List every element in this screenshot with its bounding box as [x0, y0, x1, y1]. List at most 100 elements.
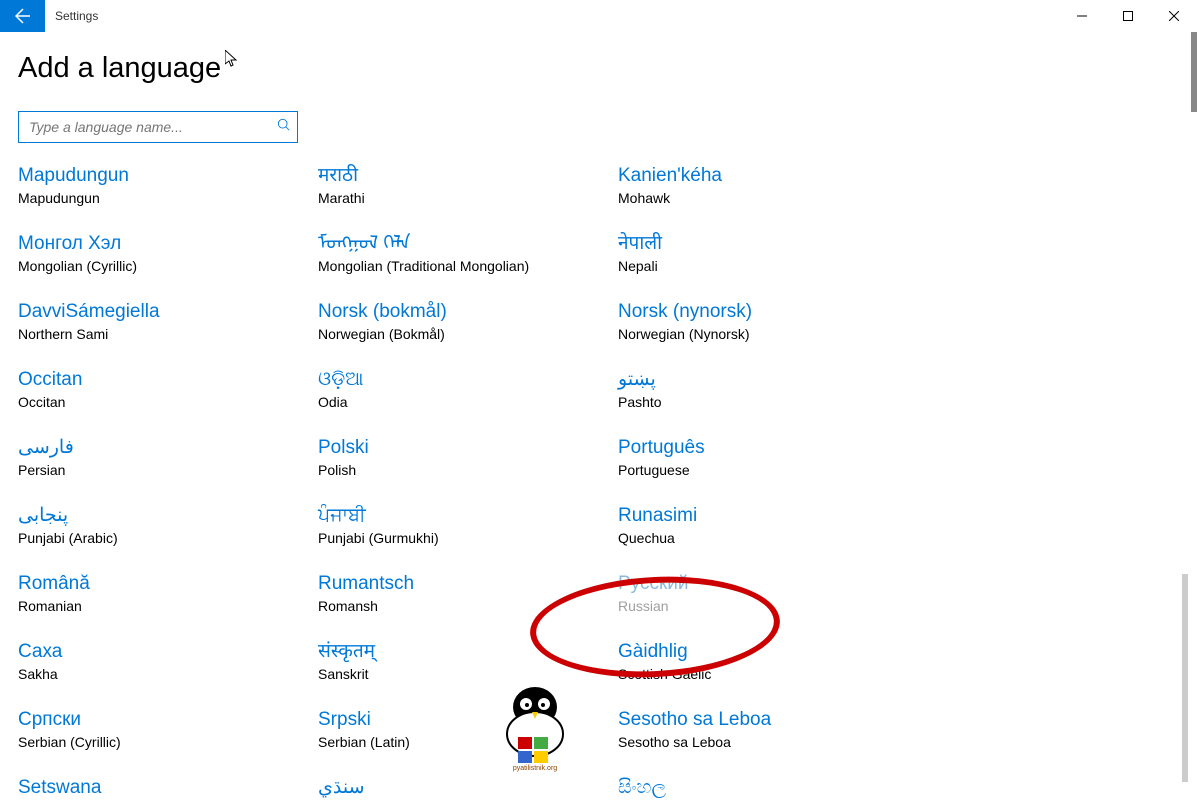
- language-english-name: Sanskrit: [318, 665, 618, 683]
- language-item[interactable]: मराठीMarathi: [318, 161, 618, 209]
- language-native-name: Монгол Хэл: [18, 231, 318, 257]
- titlebar: Settings: [0, 0, 1197, 32]
- language-item[interactable]: Norsk (bokmål)Norwegian (Bokmål): [318, 297, 618, 345]
- language-item[interactable]: SetswanaSetswana: [18, 773, 318, 800]
- language-native-name: Sesotho sa Leboa: [618, 707, 918, 733]
- language-item[interactable]: PortuguêsPortuguese: [618, 433, 918, 481]
- language-english-name: Northern Sami: [18, 325, 318, 343]
- language-item[interactable]: Sesotho sa LeboaSesotho sa Leboa: [618, 705, 918, 753]
- language-item[interactable]: नेपालीNepali: [618, 229, 918, 277]
- close-icon: [1169, 11, 1179, 21]
- language-native-name: Setswana: [18, 775, 318, 800]
- content-scrollbar[interactable]: [1181, 149, 1188, 785]
- language-item[interactable]: Монгол ХэлMongolian (Cyrillic): [18, 229, 318, 277]
- page-title: Add a language: [18, 52, 1179, 85]
- language-item[interactable]: Norsk (nynorsk)Norwegian (Nynorsk): [618, 297, 918, 345]
- maximize-button[interactable]: [1105, 0, 1151, 32]
- language-item[interactable]: Kanien'kéhaMohawk: [618, 161, 918, 209]
- language-english-name: Serbian (Cyrillic): [18, 733, 318, 751]
- language-item[interactable]: ᠮᠣᠩᠭᠣᠯ ᠬᠡᠯᠡMongolian (Traditional Mongol…: [318, 229, 618, 277]
- language-native-name: Norsk (nynorsk): [618, 299, 918, 325]
- language-grid: MapudungunMapudungunमराठीMarathiKanien'k…: [18, 161, 1179, 800]
- language-native-name: Runasimi: [618, 503, 918, 529]
- minimize-button[interactable]: [1059, 0, 1105, 32]
- language-item[interactable]: СахаSakha: [18, 637, 318, 685]
- search-input[interactable]: [29, 119, 277, 135]
- language-english-name: Nepali: [618, 257, 918, 275]
- language-english-name: Mapudungun: [18, 189, 318, 207]
- language-native-name: संस्कृतम्: [318, 639, 618, 665]
- language-item[interactable]: فارسىPersian: [18, 433, 318, 481]
- language-native-name: Português: [618, 435, 918, 461]
- language-english-name: Punjabi (Arabic): [18, 529, 318, 547]
- language-item[interactable]: ଓଡ଼ିଆOdia: [318, 365, 618, 413]
- language-native-name: DavviSámegiella: [18, 299, 318, 325]
- language-native-name: Srpski: [318, 707, 618, 733]
- language-english-name: Occitan: [18, 393, 318, 411]
- language-english-name: Norwegian (Nynorsk): [618, 325, 918, 343]
- language-native-name: ਪੰਜਾਬੀ: [318, 503, 618, 529]
- language-native-name: فارسى: [18, 435, 318, 461]
- scrollbar-thumb[interactable]: [1182, 574, 1188, 782]
- language-native-name: Gàidhlig: [618, 639, 918, 665]
- language-native-name: Norsk (bokmål): [318, 299, 618, 325]
- language-item[interactable]: RomânăRomanian: [18, 569, 318, 617]
- language-english-name: Punjabi (Gurmukhi): [318, 529, 618, 547]
- language-native-name: ଓଡ଼ିଆ: [318, 367, 618, 393]
- language-item[interactable]: OccitanOccitan: [18, 365, 318, 413]
- language-item[interactable]: PolskiPolish: [318, 433, 618, 481]
- scrollbar-thumb[interactable]: [1191, 32, 1197, 112]
- language-native-name: Rumantsch: [318, 571, 618, 597]
- language-item[interactable]: پنجابیPunjabi (Arabic): [18, 501, 318, 549]
- language-english-name: Serbian (Latin): [318, 733, 618, 751]
- language-item[interactable]: سنڌيSindhi (Arabic): [318, 773, 618, 800]
- close-button[interactable]: [1151, 0, 1197, 32]
- content-area: Add a language MapudungunMapudungunमराठी…: [0, 32, 1197, 800]
- language-item[interactable]: СрпскиSerbian (Cyrillic): [18, 705, 318, 753]
- language-english-name: Sesotho sa Leboa: [618, 733, 918, 751]
- language-native-name: Саха: [18, 639, 318, 665]
- language-item[interactable]: RumantschRomansh: [318, 569, 618, 617]
- app-title: Settings: [45, 0, 1059, 32]
- language-english-name: Scottish Gaelic: [618, 665, 918, 683]
- language-native-name: سنڌي: [318, 775, 618, 800]
- arrow-left-icon: [15, 8, 31, 24]
- language-item[interactable]: संस्कृतम्Sanskrit: [318, 637, 618, 685]
- language-item[interactable]: DavviSámegiellaNorthern Sami: [18, 297, 318, 345]
- language-native-name: پښتو: [618, 367, 918, 393]
- search-icon: [277, 118, 291, 137]
- language-english-name: Russian: [618, 597, 918, 615]
- language-item[interactable]: MapudungunMapudungun: [18, 161, 318, 209]
- language-item[interactable]: ਪੰਜਾਬੀPunjabi (Gurmukhi): [318, 501, 618, 549]
- language-native-name: Српски: [18, 707, 318, 733]
- language-item[interactable]: GàidhligScottish Gaelic: [618, 637, 918, 685]
- maximize-icon: [1123, 11, 1133, 21]
- language-native-name: Kanien'kéha: [618, 163, 918, 189]
- search-box[interactable]: [18, 111, 298, 143]
- back-button[interactable]: [0, 0, 45, 32]
- language-item[interactable]: РусскийRussian: [618, 569, 918, 617]
- language-native-name: Mapudungun: [18, 163, 318, 189]
- language-native-name: ᠮᠣᠩᠭᠣᠯ ᠬᠡᠯᠡ: [318, 231, 618, 257]
- language-english-name: Odia: [318, 393, 618, 411]
- language-english-name: Romansh: [318, 597, 618, 615]
- language-native-name: Русский: [618, 571, 918, 597]
- language-native-name: Română: [18, 571, 318, 597]
- language-item[interactable]: සිංහලSinhala: [618, 773, 918, 800]
- language-english-name: Marathi: [318, 189, 618, 207]
- language-english-name: Mongolian (Cyrillic): [18, 257, 318, 275]
- language-native-name: پنجابی: [18, 503, 318, 529]
- language-native-name: සිංහල: [618, 775, 918, 800]
- language-native-name: मराठी: [318, 163, 618, 189]
- language-item[interactable]: SrpskiSerbian (Latin): [318, 705, 618, 753]
- language-english-name: Pashto: [618, 393, 918, 411]
- language-native-name: नेपाली: [618, 231, 918, 257]
- language-item[interactable]: RunasimiQuechua: [618, 501, 918, 549]
- language-english-name: Polish: [318, 461, 618, 479]
- language-item[interactable]: پښتوPashto: [618, 365, 918, 413]
- language-english-name: Mohawk: [618, 189, 918, 207]
- minimize-icon: [1077, 11, 1087, 21]
- window-scrollbar[interactable]: [1190, 32, 1197, 800]
- language-english-name: Quechua: [618, 529, 918, 547]
- language-english-name: Mongolian (Traditional Mongolian): [318, 257, 618, 275]
